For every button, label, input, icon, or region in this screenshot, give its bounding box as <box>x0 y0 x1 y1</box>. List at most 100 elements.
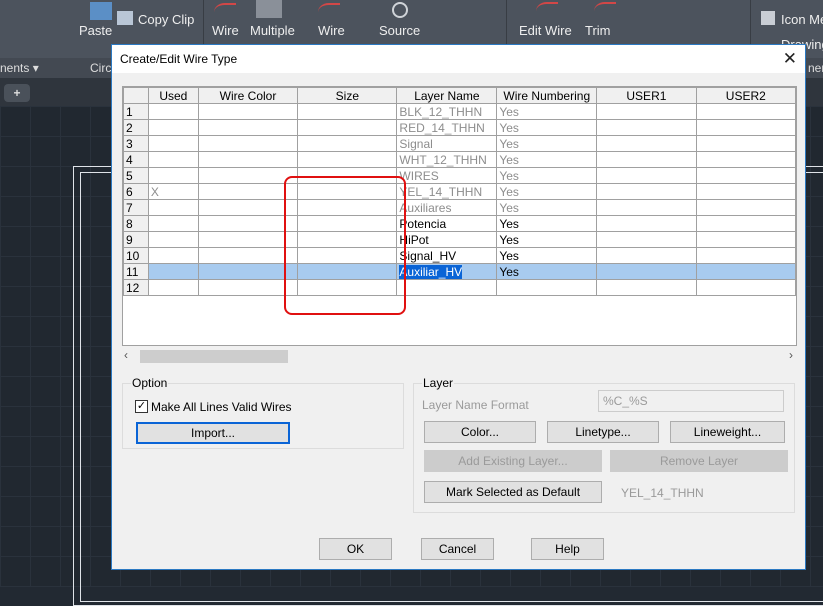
wire-button[interactable]: Wire <box>212 23 239 38</box>
column-header[interactable]: Size <box>297 87 398 104</box>
layer-name-cell[interactable]: RED_14_THHN <box>396 119 498 136</box>
user1-cell[interactable] <box>596 231 697 248</box>
row-number[interactable]: 1 <box>123 103 149 120</box>
wire-numbering-cell[interactable]: Yes <box>496 119 598 136</box>
used-cell[interactable] <box>147 263 199 280</box>
make-valid-wires-label[interactable]: Make All Lines Valid Wires <box>151 400 292 414</box>
wire-numbering-cell[interactable]: Yes <box>496 199 598 216</box>
used-cell[interactable] <box>147 279 199 296</box>
help-button[interactable]: Help <box>531 538 604 560</box>
row-number[interactable]: 7 <box>123 199 149 216</box>
column-header[interactable] <box>123 87 149 104</box>
wire-color-cell[interactable] <box>197 199 299 216</box>
layer-name-cell[interactable]: Signal <box>396 135 498 152</box>
wire-numbering-cell[interactable]: Yes <box>496 151 598 168</box>
row-number[interactable]: 4 <box>123 151 149 168</box>
user1-cell[interactable] <box>596 103 697 120</box>
table-row[interactable]: 4 WHT_12_THHN Yes <box>123 151 796 168</box>
table-row[interactable]: 2 RED_14_THHN Yes <box>123 119 796 136</box>
edit-wire-number-button[interactable]: Edit Wire <box>519 23 572 38</box>
lineweight-button[interactable]: Lineweight... <box>670 421 785 443</box>
used-cell[interactable] <box>147 103 199 120</box>
wire-color-cell[interactable] <box>197 119 299 136</box>
used-cell[interactable] <box>147 215 199 232</box>
wire-color-cell[interactable] <box>197 231 299 248</box>
color-button[interactable]: Color... <box>424 421 536 443</box>
wire-color-cell[interactable] <box>197 215 299 232</box>
row-number[interactable]: 9 <box>123 231 149 248</box>
user1-cell[interactable] <box>596 151 697 168</box>
wire-numbers-button[interactable]: Wire <box>318 23 345 38</box>
user1-cell[interactable] <box>596 167 697 184</box>
remove-layer-button[interactable]: Remove Layer <box>610 450 788 472</box>
used-cell[interactable]: X <box>147 183 199 200</box>
layer-name-cell[interactable]: Signal_HV <box>396 247 498 264</box>
table-row[interactable]: 12 <box>123 279 796 296</box>
layer-name-cell[interactable]: WIRES <box>396 167 498 184</box>
row-number[interactable]: 6 <box>123 183 149 200</box>
wire-color-cell[interactable] <box>197 151 299 168</box>
scroll-right-icon[interactable]: › <box>789 348 793 362</box>
used-cell[interactable] <box>147 119 199 136</box>
panel-other-label[interactable]: ner <box>808 61 823 75</box>
wire-color-cell[interactable] <box>197 279 299 296</box>
layer-name-cell[interactable]: WHT_12_THHN <box>396 151 498 168</box>
user1-cell[interactable] <box>596 279 697 296</box>
user2-cell[interactable] <box>695 199 796 216</box>
close-icon[interactable]: ✕ <box>783 49 797 69</box>
used-cell[interactable] <box>147 135 199 152</box>
scroll-left-icon[interactable]: ‹ <box>124 348 128 362</box>
wire-color-cell[interactable] <box>197 103 299 120</box>
column-header[interactable]: USER1 <box>596 87 697 104</box>
user1-cell[interactable] <box>596 247 697 264</box>
size-cell[interactable] <box>297 135 398 152</box>
used-cell[interactable] <box>147 247 199 264</box>
used-cell[interactable] <box>147 231 199 248</box>
table-row[interactable]: 5 WIRES Yes <box>123 167 796 184</box>
user2-cell[interactable] <box>695 215 796 232</box>
row-number[interactable]: 5 <box>123 167 149 184</box>
panel-circuit-label[interactable]: Circ <box>90 61 111 75</box>
wire-numbering-cell[interactable]: Yes <box>496 231 598 248</box>
row-number[interactable]: 12 <box>123 279 149 296</box>
add-existing-layer-button[interactable]: Add Existing Layer... <box>424 450 602 472</box>
user2-cell[interactable] <box>695 263 796 280</box>
trim-wire-button[interactable]: Trim <box>585 23 611 38</box>
layer-name-cell[interactable]: Auxiliar_HV <box>396 263 498 280</box>
import-button[interactable]: Import... <box>136 422 290 444</box>
column-header[interactable]: Layer Name <box>396 87 498 104</box>
size-cell[interactable] <box>297 119 398 136</box>
layer-name-cell[interactable]: BLK_12_THHN <box>396 103 498 120</box>
user2-cell[interactable] <box>695 231 796 248</box>
user2-cell[interactable] <box>695 119 796 136</box>
wire-color-cell[interactable] <box>197 263 299 280</box>
size-cell[interactable] <box>297 151 398 168</box>
paste-button[interactable]: Paste <box>79 23 112 38</box>
user2-cell[interactable] <box>695 279 796 296</box>
user2-cell[interactable] <box>695 167 796 184</box>
wire-numbering-cell[interactable]: Yes <box>496 167 598 184</box>
user2-cell[interactable] <box>695 103 796 120</box>
column-header[interactable]: USER2 <box>695 87 796 104</box>
user2-cell[interactable] <box>695 151 796 168</box>
used-cell[interactable] <box>147 167 199 184</box>
wire-numbering-cell[interactable]: Yes <box>496 263 598 280</box>
user1-cell[interactable] <box>596 119 697 136</box>
horizontal-scrollbar[interactable]: ‹ › <box>122 348 797 364</box>
user2-cell[interactable] <box>695 183 796 200</box>
layer-name-cell[interactable]: YEL_14_THHN <box>396 183 498 200</box>
copy-clip-button[interactable]: Copy Clip <box>138 12 194 27</box>
layer-name-cell[interactable]: Auxiliares <box>396 199 498 216</box>
table-row[interactable]: 3 Signal Yes <box>123 135 796 152</box>
cancel-button[interactable]: Cancel <box>421 538 494 560</box>
layer-name-cell[interactable] <box>396 279 498 296</box>
row-number[interactable]: 2 <box>123 119 149 136</box>
row-number[interactable]: 3 <box>123 135 149 152</box>
size-cell[interactable] <box>297 103 398 120</box>
user1-cell[interactable] <box>596 263 697 280</box>
wire-color-cell[interactable] <box>197 247 299 264</box>
wire-numbering-cell[interactable]: Yes <box>496 215 598 232</box>
column-header[interactable]: Used <box>147 87 199 104</box>
wire-numbering-cell[interactable]: Yes <box>496 135 598 152</box>
user1-cell[interactable] <box>596 199 697 216</box>
